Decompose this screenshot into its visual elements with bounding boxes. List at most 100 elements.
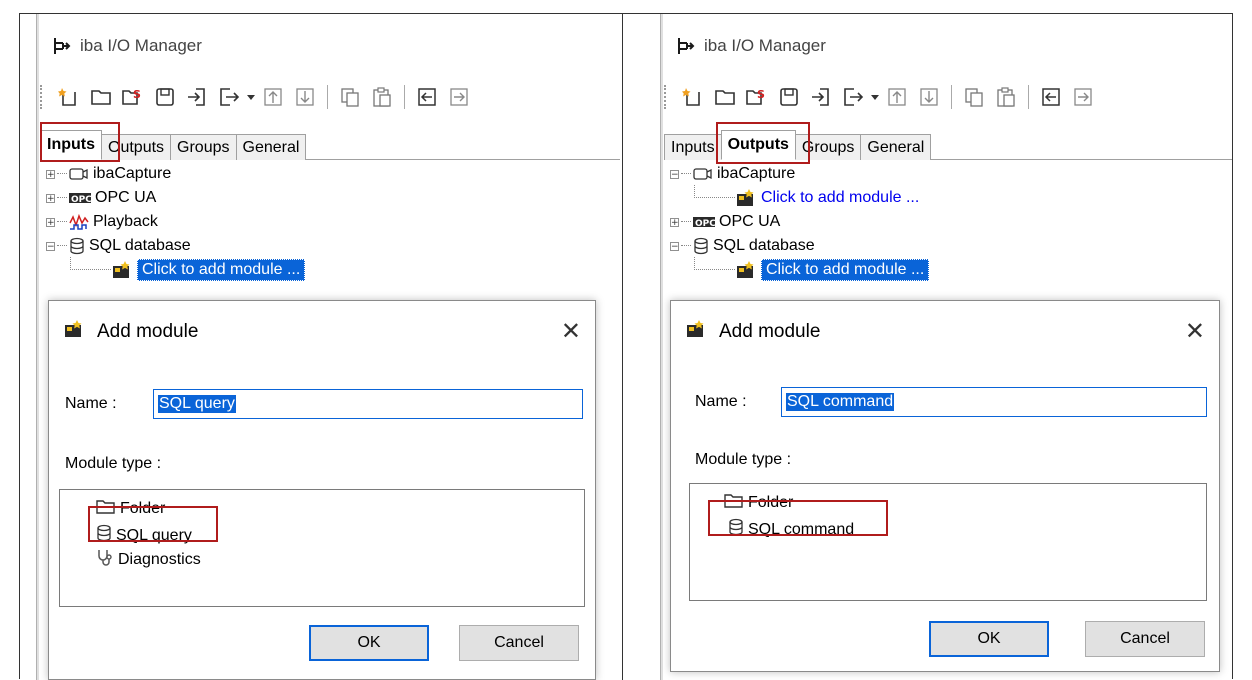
move-down-icon[interactable] [913, 82, 945, 112]
app-title: iba I/O Manager [704, 36, 826, 55]
toolbar-grip-icon[interactable] [40, 85, 45, 109]
add-module-dialog: Add module ✕ Name : SQL command Module t… [670, 300, 1220, 672]
window-edge [36, 14, 39, 680]
paste-icon[interactable] [366, 82, 398, 112]
tab-outputs[interactable]: Outputs [101, 134, 172, 160]
tab-general[interactable]: General [860, 134, 932, 160]
move-up-icon[interactable] [881, 82, 913, 112]
list-item-folder[interactable]: Folder [96, 498, 165, 519]
open-folder-icon[interactable] [85, 82, 117, 112]
opc-icon: OPC [693, 215, 715, 229]
tree-node-opcua[interactable]: + OPC OPC UA [46, 186, 156, 210]
app-icon [50, 35, 72, 57]
tree-node-ibacapture[interactable]: − ibaCapture [670, 162, 795, 186]
tree-node-add-module[interactable]: Click to add module ... [70, 256, 306, 282]
toolbar-separator [951, 85, 952, 109]
tree-node-opcua[interactable]: + OPC OPC UA [670, 210, 780, 234]
copy-icon[interactable] [334, 82, 366, 112]
tab-groups[interactable]: Groups [170, 134, 237, 160]
expand-icon[interactable] [443, 82, 475, 112]
app-title: iba I/O Manager [80, 36, 202, 55]
app-icon [674, 35, 696, 57]
import-icon[interactable] [805, 82, 837, 112]
ok-button[interactable]: OK [929, 621, 1049, 657]
camera-icon [69, 167, 89, 181]
add-module-icon [735, 260, 757, 280]
cancel-button[interactable]: Cancel [459, 625, 579, 661]
list-item-sql-query[interactable]: SQL query [96, 524, 192, 547]
database-icon [96, 524, 112, 547]
toolbar-separator [404, 85, 405, 109]
move-down-icon[interactable] [289, 82, 321, 112]
add-module-icon [685, 319, 707, 345]
collapse-icon[interactable] [411, 82, 443, 112]
save-icon[interactable] [149, 82, 181, 112]
move-up-icon[interactable] [257, 82, 289, 112]
new-icon[interactable] [677, 82, 709, 112]
module-type-list[interactable]: Folder SQL command [689, 483, 1207, 601]
tree-node-add-module[interactable]: Click to add module ... [694, 184, 919, 210]
new-icon[interactable] [53, 82, 85, 112]
collapse-minus-icon[interactable]: − [46, 241, 55, 251]
window-title: iba I/O Manager [50, 34, 202, 58]
toolbar-separator [1028, 85, 1029, 109]
open-folder-icon[interactable] [709, 82, 741, 112]
add-module-icon [111, 260, 133, 280]
list-item-folder[interactable]: Folder [724, 492, 793, 513]
tab-groups[interactable]: Groups [794, 134, 862, 160]
playback-icon [69, 213, 89, 231]
add-module-icon [735, 188, 757, 208]
add-module-dialog: Add module ✕ Name : SQL query Module typ… [48, 300, 596, 680]
list-item-sql-command[interactable]: SQL command [728, 518, 854, 541]
add-module-icon [63, 319, 85, 345]
tree-node-sql-database[interactable]: − SQL database [670, 234, 815, 258]
module-type-label: Module type : [695, 451, 792, 468]
svg-text:OPC: OPC [695, 219, 715, 229]
svg-text:S: S [133, 88, 141, 101]
module-type-list[interactable]: Folder SQL query Diagnostics [59, 489, 585, 607]
stethoscope-icon [96, 548, 114, 571]
ok-button[interactable]: OK [309, 625, 429, 661]
expand-plus-icon[interactable]: + [46, 217, 55, 227]
collapse-minus-icon[interactable]: − [670, 241, 679, 251]
name-input[interactable]: SQL query [153, 389, 583, 419]
tree-node-playback[interactable]: + Playback [46, 210, 158, 234]
figure-divider [622, 13, 623, 680]
save-icon[interactable] [773, 82, 805, 112]
dropdown-arrow-icon[interactable] [869, 82, 881, 112]
expand-icon[interactable] [1067, 82, 1099, 112]
close-icon[interactable]: ✕ [561, 317, 581, 345]
expand-plus-icon[interactable]: + [46, 169, 55, 179]
toolbar-grip-icon[interactable] [664, 85, 669, 109]
tab-inputs[interactable]: Inputs [40, 130, 102, 160]
name-value: SQL query [158, 395, 236, 413]
export-icon[interactable]: S [741, 82, 773, 112]
expand-plus-icon[interactable]: + [46, 193, 55, 203]
tab-outputs[interactable]: Outputs [720, 130, 796, 160]
dropdown-arrow-icon[interactable] [245, 82, 257, 112]
tab-general[interactable]: General [235, 134, 307, 160]
collapse-minus-icon[interactable]: − [670, 169, 679, 179]
import-icon[interactable] [181, 82, 213, 112]
paste-icon[interactable] [990, 82, 1022, 112]
apply-icon[interactable] [837, 82, 869, 112]
list-item-diagnostics[interactable]: Diagnostics [96, 548, 201, 571]
cancel-button[interactable]: Cancel [1085, 621, 1205, 657]
tree-node-ibacapture[interactable]: + ibaCapture [46, 162, 171, 186]
name-value: SQL command [786, 393, 895, 411]
close-icon[interactable]: ✕ [1185, 317, 1205, 345]
name-label: Name : [65, 395, 117, 412]
database-icon [693, 237, 709, 255]
name-label: Name : [695, 393, 747, 410]
name-input[interactable]: SQL command [781, 387, 1207, 417]
expand-plus-icon[interactable]: + [670, 217, 679, 227]
tab-inputs[interactable]: Inputs [664, 134, 722, 160]
dialog-title: Add module [685, 319, 820, 345]
collapse-icon[interactable] [1035, 82, 1067, 112]
window-title: iba I/O Manager [674, 34, 826, 58]
apply-icon[interactable] [213, 82, 245, 112]
export-icon[interactable]: S [117, 82, 149, 112]
tree-node-add-module[interactable]: Click to add module ... [694, 256, 930, 282]
tree-node-sql-database[interactable]: − SQL database [46, 234, 191, 258]
copy-icon[interactable] [958, 82, 990, 112]
